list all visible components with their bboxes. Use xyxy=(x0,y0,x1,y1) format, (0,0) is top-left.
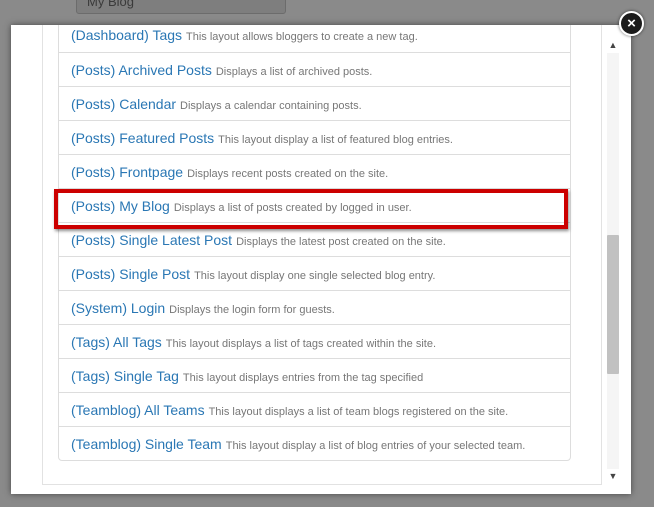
layout-desc: This layout allows bloggers to create a … xyxy=(186,31,418,43)
layout-title: (Teamblog) All Teams xyxy=(71,402,205,418)
modal-scrollbar[interactable]: ▲ ▼ xyxy=(606,35,620,485)
layout-title: (Posts) Single Latest Post xyxy=(71,232,233,248)
layout-item-frontpage[interactable]: (Posts) Frontpage Displays recent posts c… xyxy=(59,154,570,188)
layout-desc: Displays the login form for guests. xyxy=(169,304,335,316)
layout-item-single-latest-post[interactable]: (Posts) Single Latest Post Displays the l… xyxy=(59,222,570,256)
layout-desc: This layout display one single selected … xyxy=(194,270,436,282)
layout-title: (Tags) Single Tag xyxy=(71,368,179,384)
layout-item-my-blog[interactable]: (Posts) My Blog Displays a list of posts … xyxy=(59,188,570,222)
layout-item-archived-posts[interactable]: (Posts) Archived Posts Displays a list of… xyxy=(59,52,570,86)
layout-desc: This layout display a list of featured b… xyxy=(218,134,453,146)
layout-desc: This layout displays a list of team blog… xyxy=(208,406,509,418)
layout-item-single-tag[interactable]: (Tags) Single Tag This layout displays en… xyxy=(59,358,570,392)
scroll-down-arrow-icon[interactable]: ▼ xyxy=(606,469,620,483)
layout-desc: This layout display a list of blog entri… xyxy=(225,440,526,452)
layout-desc: Displays a list of archived posts. xyxy=(215,66,373,78)
layout-title: (Posts) Calendar xyxy=(71,96,177,112)
background-field: My Blog xyxy=(76,0,286,14)
layout-title: (Posts) Featured Posts xyxy=(71,130,215,146)
layout-title: (System) Login xyxy=(71,300,166,316)
layout-item-all-tags[interactable]: (Tags) All Tags This layout displays a li… xyxy=(59,324,570,358)
layout-item-dashboard-tags[interactable]: (Dashboard) Tags This layout allows blogg… xyxy=(59,25,570,52)
layout-desc: This layout displays entries from the ta… xyxy=(182,372,424,384)
layout-title: (Posts) My Blog xyxy=(71,198,170,214)
close-icon[interactable]: × xyxy=(619,11,644,36)
layout-desc: Displays a calendar containing posts. xyxy=(180,100,362,112)
layout-title: (Dashboard) Tags xyxy=(71,27,183,43)
layout-item-calendar[interactable]: (Posts) Calendar Displays a calendar cont… xyxy=(59,86,570,120)
layout-title: (Teamblog) Single Team xyxy=(71,436,222,452)
layout-scroll-area: (Dashboard) Tags This layout allows blogg… xyxy=(42,25,602,485)
layout-desc: Displays recent posts created on the sit… xyxy=(187,168,389,180)
layout-item-login[interactable]: (System) Login Displays the login form fo… xyxy=(59,290,570,324)
layout-item-single-team[interactable]: (Teamblog) Single Team This layout displa… xyxy=(59,426,570,460)
layout-title: (Tags) All Tags xyxy=(71,334,162,350)
layout-desc: Displays a list of posts created by logg… xyxy=(173,202,412,214)
layout-title: (Posts) Archived Posts xyxy=(71,62,212,78)
layout-desc: Displays the latest post created on the … xyxy=(236,236,446,248)
scrollbar-thumb[interactable] xyxy=(607,235,619,374)
layout-item-single-post[interactable]: (Posts) Single Post This layout display o… xyxy=(59,256,570,290)
layout-title: (Posts) Single Post xyxy=(71,266,191,282)
layout-item-featured-posts[interactable]: (Posts) Featured Posts This layout displa… xyxy=(59,120,570,154)
layout-picker-modal: (Dashboard) Tags This layout allows blogg… xyxy=(11,25,631,494)
layout-item-all-teams[interactable]: (Teamblog) All Teams This layout displays… xyxy=(59,392,570,426)
layout-title: (Posts) Frontpage xyxy=(71,164,184,180)
layout-list: (Dashboard) Tags This layout allows blogg… xyxy=(58,25,571,461)
layout-desc: This layout displays a list of tags crea… xyxy=(165,338,437,350)
scroll-up-arrow-icon[interactable]: ▲ xyxy=(606,38,620,52)
